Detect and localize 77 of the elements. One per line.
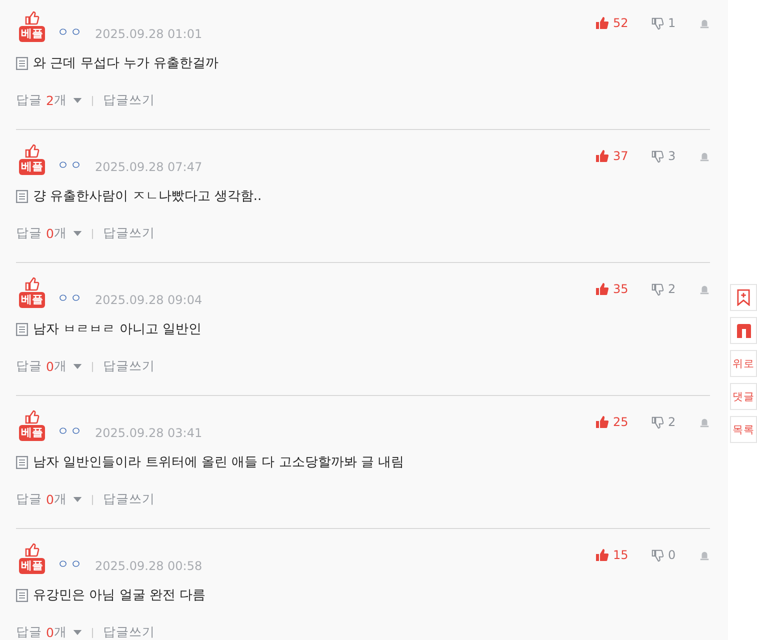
write-reply-link[interactable]: 답글쓰기 xyxy=(102,358,155,375)
siren-icon xyxy=(699,150,710,162)
memo-icon xyxy=(16,588,28,602)
caret-icon xyxy=(72,98,82,103)
replies-toggle[interactable]: 답글 0개 xyxy=(16,225,82,242)
report-button[interactable] xyxy=(699,550,710,560)
thumbs-up-icon xyxy=(595,548,609,562)
comment-text: 남자 ㅂㄹㅂㄹ 아니고 일반인 xyxy=(33,321,202,338)
comment-text: 걍 유출한사람이 ㅈㄴ나빴다고 생각함.. xyxy=(33,188,262,205)
comment-text: 남자 일반인들이라 트위터에 올린 애들 다 고소당할까봐 글 내림 xyxy=(33,454,404,471)
date: 2025.09.28 09:04 xyxy=(95,293,202,307)
write-reply-link[interactable]: 답글쓰기 xyxy=(102,92,155,109)
dislike-button[interactable]: 0 xyxy=(651,548,699,562)
thumbs-down-icon xyxy=(651,416,664,428)
like-button[interactable]: 37 xyxy=(595,149,651,163)
date: 2025.09.28 01:01 xyxy=(95,27,202,41)
bookmark-button[interactable] xyxy=(730,284,757,311)
dislike-button[interactable]: 3 xyxy=(651,149,699,163)
nickname[interactable]: ㅇㅇ xyxy=(57,24,83,41)
memo-icon xyxy=(16,456,28,468)
thumbs-down-icon xyxy=(651,282,664,296)
thumbs-up-icon xyxy=(595,415,609,429)
replies-toggle[interactable]: 답글 0개 xyxy=(16,491,82,508)
thumbs-down-icon xyxy=(651,16,664,30)
siren-icon xyxy=(699,18,710,28)
dislike-button[interactable]: 2 xyxy=(651,282,699,296)
thumbs-up-icon xyxy=(595,282,609,296)
like-button[interactable]: 35 xyxy=(595,282,651,296)
like-button[interactable]: 15 xyxy=(595,548,651,562)
best-badge: 베플 xyxy=(17,277,47,308)
write-reply-link[interactable]: 답글쓰기 xyxy=(102,624,155,640)
thumbs-down-icon xyxy=(651,150,664,162)
best-badge: 베플 xyxy=(17,11,47,42)
memo-icon xyxy=(16,322,28,336)
report-button[interactable] xyxy=(699,18,710,28)
nickname[interactable]: ㅇㅇ xyxy=(57,423,83,440)
date: 2025.09.28 00:58 xyxy=(95,559,202,573)
caret-icon xyxy=(72,497,82,502)
best-badge: 베플 xyxy=(17,144,47,175)
nickname[interactable]: ㅇㅇ xyxy=(57,157,83,174)
memo-icon xyxy=(16,56,28,70)
replies-toggle[interactable]: 답글 2개 xyxy=(16,92,82,109)
dislike-button[interactable]: 2 xyxy=(651,415,699,429)
bookmark-icon xyxy=(737,289,750,306)
replies-toggle[interactable]: 답글 0개 xyxy=(16,358,82,375)
side-button[interactable]: 목록 xyxy=(730,416,757,443)
replies-toggle[interactable]: 답글 0개 xyxy=(16,624,82,640)
like-button[interactable]: 25 xyxy=(595,415,651,429)
siren-icon xyxy=(699,284,710,294)
date: 2025.09.28 03:41 xyxy=(95,426,202,440)
nickname[interactable]: ㅇㅇ xyxy=(57,556,83,573)
dislike-button[interactable]: 1 xyxy=(651,16,699,30)
thumbs-up-icon xyxy=(595,149,609,163)
siren-icon xyxy=(699,550,710,560)
write-reply-link[interactable]: 답글쓰기 xyxy=(102,225,155,242)
comment-text: 유강민은 아님 얼굴 완전 다름 xyxy=(33,587,206,604)
siren-icon xyxy=(699,416,710,428)
best-badge: 베플 xyxy=(17,410,47,441)
caret-icon xyxy=(72,630,82,635)
report-button[interactable] xyxy=(699,284,710,294)
thumbs-up-icon xyxy=(595,16,609,30)
caret-icon xyxy=(72,364,82,369)
caret-icon xyxy=(72,231,82,236)
report-button[interactable] xyxy=(699,416,710,428)
date: 2025.09.28 07:47 xyxy=(95,160,202,174)
thumbs-down-icon xyxy=(651,548,664,562)
like-button[interactable]: 52 xyxy=(595,16,651,30)
side-button[interactable]: 댓글 xyxy=(730,383,757,410)
logo-button[interactable] xyxy=(730,317,757,344)
write-reply-link[interactable]: 답글쓰기 xyxy=(102,491,155,508)
comment-text: 와 근데 무섭다 누가 유출한걸까 xyxy=(33,55,219,72)
report-button[interactable] xyxy=(699,150,710,162)
memo-icon xyxy=(16,190,28,202)
logo xyxy=(736,322,752,338)
side-button[interactable]: 위로 xyxy=(730,350,757,377)
best-badge: 베플 xyxy=(17,543,47,574)
nickname[interactable]: ㅇㅇ xyxy=(57,290,83,307)
